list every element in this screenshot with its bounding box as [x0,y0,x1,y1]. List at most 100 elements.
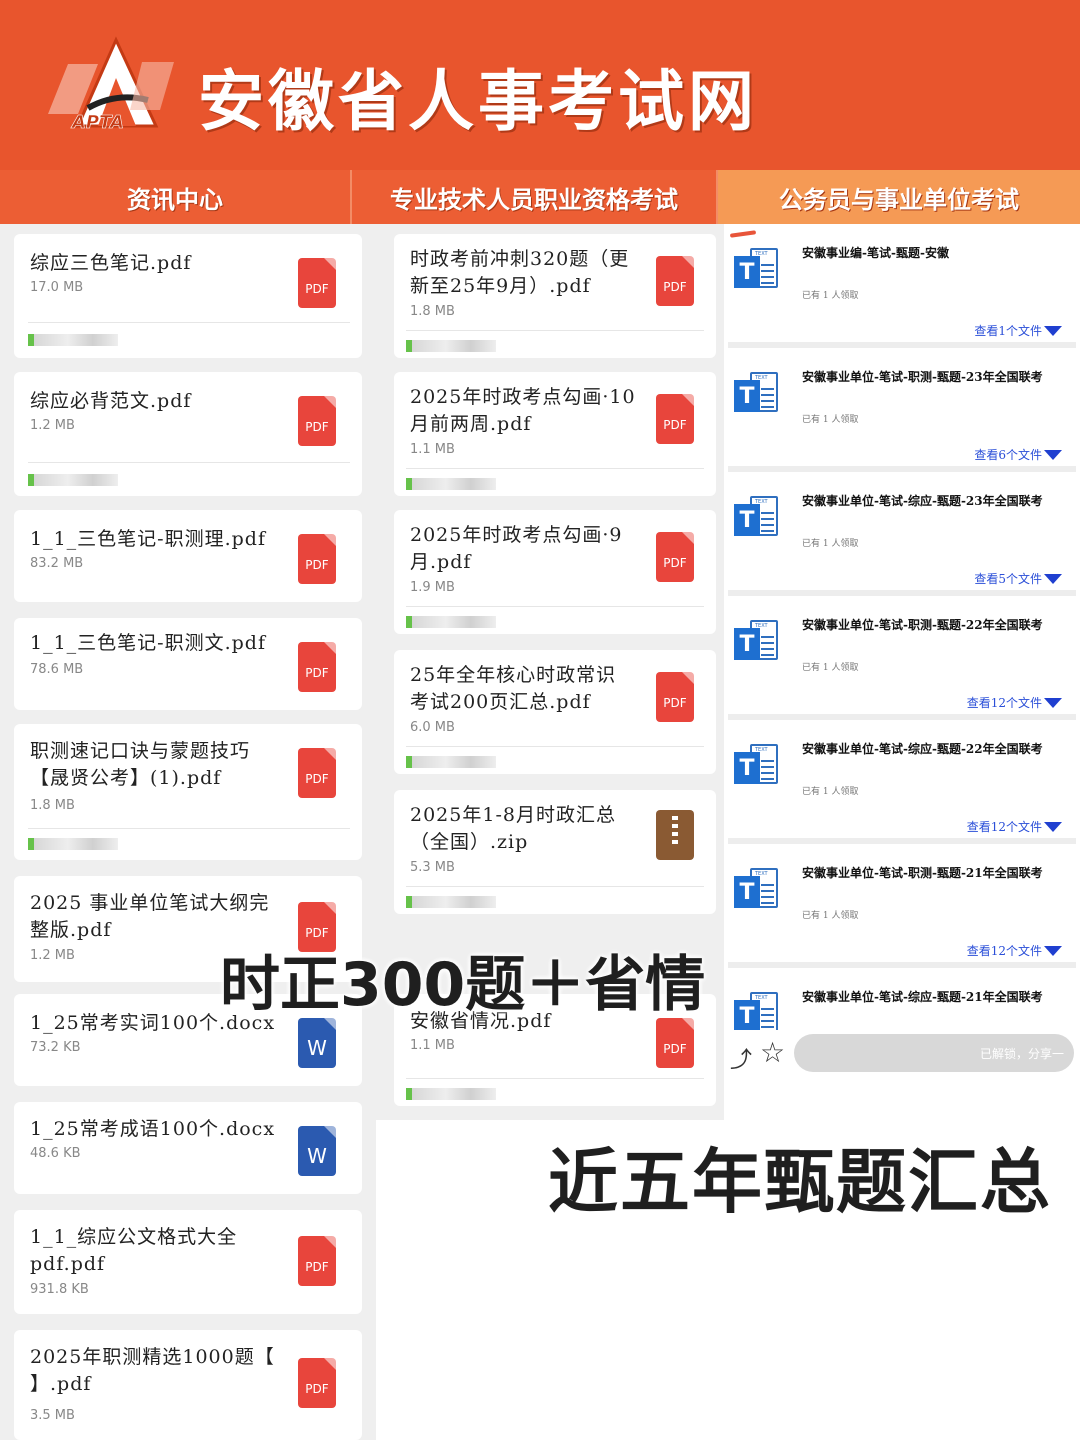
file-card[interactable]: 职测速记口诀与蒙题技巧【晟贤公考】(1).pdf 1.8 MB PDF [14,724,362,860]
file-card[interactable]: 综应必背范文.pdf 1.2 MB PDF [14,372,362,496]
share-icon[interactable]: ⤴ [730,1042,752,1074]
card-divider [28,462,350,463]
word-icon: W [298,1018,336,1068]
resource-item[interactable]: TEXT T 安徽事业单位-笔试-综应-甄题-22年全国联考 已有 1 人领取 查… [724,720,1080,844]
file-card[interactable]: 1_1_三色笔记-职测文.pdf 78.6 MB PDF [14,618,362,710]
pdf-icon: PDF [298,258,336,308]
file-name: 1_1_三色笔记-职测理.pdf [30,528,266,550]
file-name: 2025年时政考点勾画·10月前两周.pdf [410,386,636,435]
file-size: 78.6 MB [30,662,84,677]
zip-icon [656,810,694,860]
view-files-link[interactable]: 查看5个文件 [974,570,1042,587]
view-files-link[interactable]: 查看1个文件 [974,322,1042,339]
file-name: 25年全年核心时政常识考试200页汇总.pdf [410,664,617,713]
download-status [406,616,496,628]
unlock-text: 已解锁，分享一 [979,1047,1064,1061]
download-status [406,478,496,490]
resource-item[interactable]: TEXT T 安徽事业单位-笔试-职测-甄题-22年全国联考 已有 1 人领取 查… [724,596,1080,720]
file-size: 1.1 MB [410,1038,455,1053]
file-name: 1_1_三色笔记-职测文.pdf [30,632,266,654]
file-card[interactable]: 2025年时政考点勾画·9月.pdf 1.9 MB PDF [394,510,716,634]
view-files-link[interactable]: 查看12个文件 [967,818,1042,835]
resource-title: 安徽事业单位-笔试-综应-甄题-21年全国联考 [802,990,1043,1004]
file-card[interactable]: 综应三色笔记.pdf 17.0 MB PDF [14,234,362,358]
file-name: 2025年时政考点勾画·9月.pdf [410,524,623,573]
download-status [406,756,496,768]
site-title: 安徽省人事考试网 [198,63,758,140]
file-size: 931.8 KB [30,1282,89,1297]
pdf-icon: PDF [656,394,694,444]
resource-claim-count: 已有 1 人领取 [802,415,859,425]
file-size: 83.2 MB [30,556,84,571]
word-icon: W [298,1126,336,1176]
resource-claim-count: 已有 1 人领取 [802,787,859,797]
resource-title: 安徽事业单位-笔试-职测-甄题-21年全国联考 [802,866,1043,880]
chevron-down-icon[interactable] [1044,698,1062,708]
pdf-icon: PDF [656,1018,694,1068]
logo-text: APTA [70,112,124,133]
resource-title: 安徽事业单位-笔试-职测-甄题-23年全国联考 [802,370,1043,384]
file-size: 1.2 MB [30,948,75,963]
card-divider [28,828,350,829]
file-size: 5.3 MB [410,860,455,875]
pdf-icon: PDF [656,532,694,582]
file-size: 1.9 MB [410,580,455,595]
file-card[interactable]: 2025年时政考点勾画·10月前两周.pdf 1.1 MB PDF [394,372,716,496]
left-file-list: 综应三色笔记.pdf 17.0 MB PDF 综应必背范文.pdf 1.2 MB… [0,224,376,1440]
resource-title: 安徽事业单位-笔试-综应-甄题-23年全国联考 [802,494,1043,508]
pdf-icon: PDF [656,256,694,306]
text-doc-icon: TEXT T [732,370,780,418]
card-divider [406,1078,704,1079]
chevron-down-icon[interactable] [1044,574,1062,584]
view-files-link[interactable]: 查看6个文件 [974,446,1042,463]
pdf-icon: PDF [298,1236,336,1286]
resource-item[interactable]: TEXT T 安徽事业编-笔试-甄题-安徽 已有 1 人领取 查看1个文件 [724,224,1080,348]
tab-professional-qualification[interactable]: 专业技术人员职业资格考试 [352,170,718,224]
file-name: 2025年职测精选1000题【 】.pdf [30,1346,275,1395]
action-bar: ⤴ ☆ 已解锁，分享一 [724,1030,1080,1078]
pdf-icon: PDF [656,672,694,722]
apta-logo[interactable]: APTA [38,34,178,134]
promo-caption-1: 时正300题＋省情 [220,950,706,1020]
card-divider [406,468,704,469]
resource-item[interactable]: TEXT T 安徽事业单位-笔试-职测-甄题-21年全国联考 已有 1 人领取 查… [724,844,1080,968]
download-status [28,838,118,850]
chevron-down-icon[interactable] [1044,822,1062,832]
resource-title: 安徽事业单位-笔试-职测-甄题-22年全国联考 [802,618,1043,632]
file-card[interactable]: 1_1_综应公文格式大全pdf.pdf 931.8 KB PDF [14,1210,362,1314]
tab-news-center[interactable]: 资讯中心 [0,170,352,224]
download-status [406,896,496,908]
chevron-down-icon[interactable] [1044,326,1062,336]
view-files-link[interactable]: 查看12个文件 [967,694,1042,711]
file-card[interactable]: 1_1_三色笔记-职测理.pdf 83.2 MB PDF [14,510,362,602]
text-doc-icon: TEXT T [732,494,780,542]
resource-title: 安徽事业单位-笔试-综应-甄题-22年全国联考 [802,742,1043,756]
chevron-down-icon[interactable] [1044,946,1062,956]
download-status [28,334,118,346]
tab-civil-service-exams[interactable]: 公务员与事业单位考试 [718,170,1080,224]
card-divider [28,322,350,323]
file-card[interactable]: 1_25常考成语100个.docx 48.6 KB W [14,1102,362,1194]
view-files-link[interactable]: 查看12个文件 [967,942,1042,959]
star-icon[interactable]: ☆ [760,1036,785,1069]
download-status [406,340,496,352]
resource-claim-count: 已有 1 人领取 [802,663,859,673]
resource-item[interactable]: TEXT T 安徽事业单位-笔试-职测-甄题-23年全国联考 已有 1 人领取 查… [724,348,1080,472]
promo-caption-2: 近五年甄题汇总 [548,1141,1052,1223]
file-size: 3.5 MB [30,1408,75,1423]
resource-item[interactable]: TEXT T 安徽事业单位-笔试-综应-甄题-23年全国联考 已有 1 人领取 查… [724,472,1080,596]
chevron-down-icon[interactable] [1044,450,1062,460]
unlock-button[interactable]: 已解锁，分享一 [794,1034,1074,1072]
file-size: 48.6 KB [30,1146,81,1161]
pdf-icon: PDF [298,1358,336,1408]
file-name: 2025年1-8月时政汇总（全国）.zip [410,804,616,853]
download-status [28,474,118,486]
file-card[interactable]: 2025年职测精选1000题【 】.pdf 3.5 MB PDF [14,1330,362,1440]
file-card[interactable]: 2025年1-8月时政汇总（全国）.zip 5.3 MB [394,790,716,914]
text-doc-icon: TEXT T [732,742,780,790]
file-name: 1_25常考成语100个.docx [30,1118,276,1140]
file-size: 6.0 MB [410,720,455,735]
file-size: 1.2 MB [30,418,75,433]
file-card[interactable]: 25年全年核心时政常识考试200页汇总.pdf 6.0 MB PDF [394,650,716,774]
file-card[interactable]: 时政考前冲刺320题（更新至25年9月）.pdf 1.8 MB PDF [394,234,716,358]
